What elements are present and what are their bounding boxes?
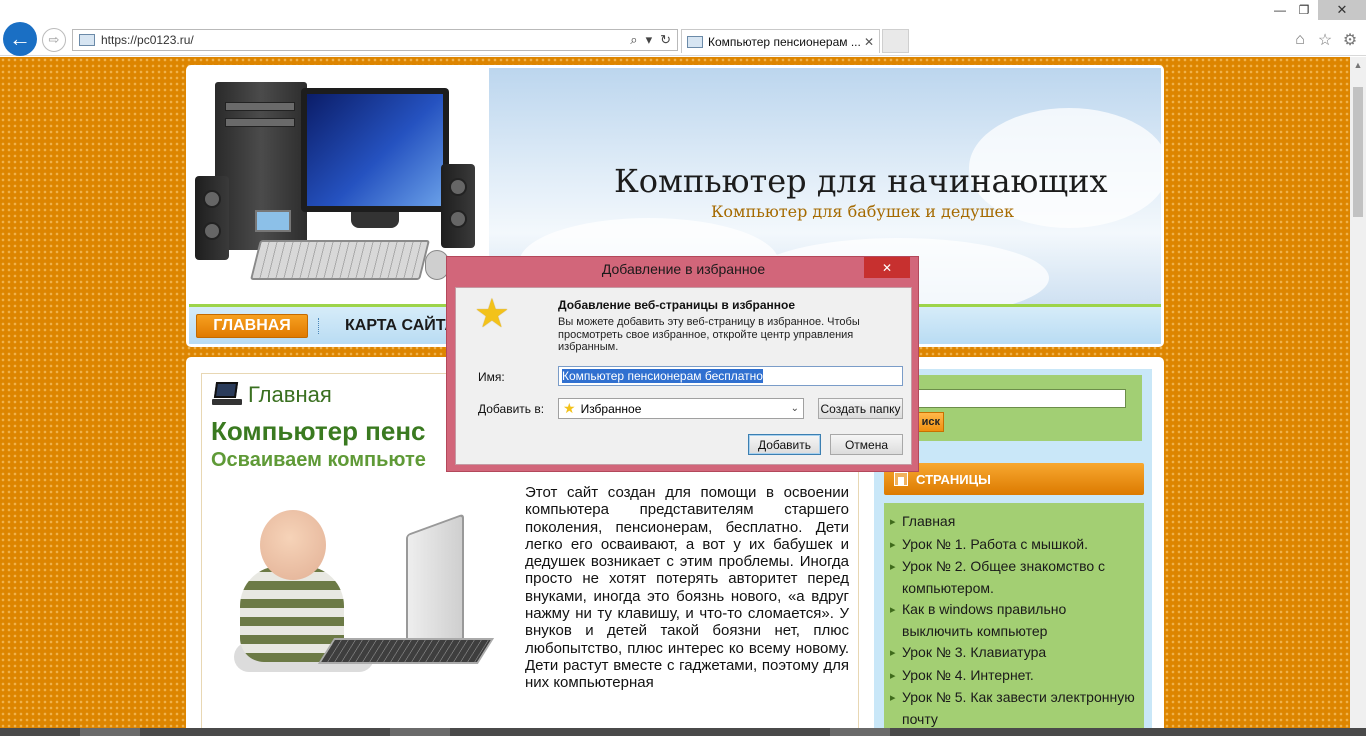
gear-icon[interactable]: ⚙ (1340, 30, 1360, 50)
home-icon (894, 472, 908, 486)
page-scrollbar[interactable]: ▲ (1350, 57, 1366, 728)
keyboard-image (250, 240, 430, 280)
scrollbar-thumb[interactable] (1353, 87, 1363, 217)
page-subtitle: Осваиваем компьюте (211, 449, 426, 471)
dialog-description: Вы можете добавить эту веб-страницу в из… (558, 316, 860, 353)
favorites-star-icon: ★ (474, 292, 510, 336)
window-close-button[interactable]: ✕ (1318, 0, 1366, 20)
tab-favicon-icon (687, 35, 703, 48)
name-label: Имя: (478, 370, 505, 384)
taskbar (0, 728, 1366, 736)
refresh-icon[interactable]: ↻ (660, 32, 671, 48)
page-link[interactable]: Урок № 4. Интернет. (902, 665, 1034, 688)
baby-with-laptop-image (230, 504, 500, 684)
page-link[interactable]: Главная (902, 511, 955, 534)
dialog-title: Добавление в избранное (601, 261, 766, 277)
arrow-icon: ▸ (890, 604, 896, 616)
breadcrumb-label: Главная (248, 382, 332, 407)
speaker-image (195, 176, 229, 260)
dropdown-icon[interactable]: ▾ (646, 32, 653, 48)
arrow-icon: ▸ (890, 538, 896, 551)
minimize-button[interactable]: — (1268, 0, 1292, 20)
list-item[interactable]: ▸ Урок № 2. Общее знакомство с компьютеро… (890, 556, 1138, 599)
add-favorite-dialog: Добавление в избранное ✕ ★ Добавление ве… (446, 256, 919, 472)
address-bar[interactable]: https://pc0123.ru/ ⌕ ▾ ↻ (72, 29, 678, 51)
folder-label: Добавить в: (478, 402, 545, 416)
laptop-icon (212, 382, 242, 408)
site-subtitle: Компьютер для бабушек и дедушек (711, 202, 1014, 221)
list-item[interactable]: ▸ Как в windows правильно выключить компь… (890, 599, 1138, 642)
list-item[interactable]: ▸ Урок № 4. Интернет. (890, 665, 1138, 688)
cancel-button[interactable]: Отмена (830, 434, 903, 455)
speaker-image (441, 164, 475, 248)
tab-title: Компьютер пенсионерам ... (708, 34, 860, 49)
arrow-icon: ▸ (890, 669, 896, 682)
nav-item-home[interactable]: ГЛАВНАЯ (196, 313, 308, 338)
back-arrow-icon: ← (9, 26, 31, 51)
pages-header: СТРАНИЦЫ (884, 463, 1144, 495)
star-icon[interactable]: ☆ (1315, 30, 1335, 50)
forward-button[interactable]: ⇨ (42, 28, 66, 52)
taskbar-item[interactable] (390, 728, 450, 736)
site-title: Компьютер для начинающих (614, 162, 1108, 200)
search-icon[interactable]: ⌕ (630, 32, 637, 48)
maximize-button[interactable]: ❐ (1292, 0, 1316, 20)
folder-select-value: Избранное (580, 401, 642, 416)
taskbar-item[interactable] (830, 728, 890, 736)
monitor-image (301, 88, 449, 212)
new-folder-button[interactable]: Создать папку (818, 398, 903, 419)
dialog-body: ★ Добавление веб-страницы в избранное Вы… (455, 287, 912, 465)
nav-separator (318, 317, 319, 334)
favorites-folder-icon: ★ (563, 400, 576, 416)
name-input[interactable]: Компьютер пенсионерам бесплатно (558, 366, 903, 386)
forward-arrow-icon: ⇨ (48, 32, 60, 47)
article-text: Этот сайт создан для помощи в освоении к… (525, 484, 849, 692)
computer-illustration (189, 68, 489, 304)
list-item[interactable]: ▸ Урок № 3. Клавиатура (890, 642, 1138, 665)
list-item[interactable]: ▸ Урок № 5. Как завести электронную почту (890, 687, 1138, 728)
home-icon[interactable]: ⌂ (1290, 30, 1310, 50)
pages-title: СТРАНИЦЫ (916, 471, 991, 487)
arrow-icon: ▸ (890, 561, 896, 573)
name-input-value: Компьютер пенсионерам бесплатно (562, 369, 763, 383)
search-widget: иск (884, 375, 1142, 441)
arrow-icon: ▸ (890, 692, 896, 704)
page-link[interactable]: Урок № 5. Как завести электронную почту (902, 687, 1138, 728)
dialog-heading: Добавление веб-страницы в избранное (558, 298, 796, 312)
arrow-icon: ▸ (890, 647, 896, 659)
new-tab-button[interactable] (882, 29, 909, 53)
page-link[interactable]: Урок № 2. Общее знакомство с компьютером… (902, 556, 1138, 599)
list-item[interactable]: ▸ Урок № 1. Работа с мышкой. (890, 534, 1138, 557)
chevron-down-icon: ⌄ (790, 403, 799, 414)
breadcrumb: Главная (212, 382, 332, 408)
page-link[interactable]: Урок № 1. Работа с мышкой. (902, 534, 1088, 557)
list-item[interactable]: ▸ Главная (890, 511, 1138, 534)
tab-close-icon[interactable]: ✕ (864, 35, 874, 49)
page-title: Компьютер пенс (211, 416, 426, 446)
browser-tab[interactable]: Компьютер пенсионерам ... ✕ (681, 29, 880, 53)
page-link[interactable]: Урок № 3. Клавиатура (902, 642, 1046, 665)
site-favicon-icon (79, 34, 95, 46)
page-link[interactable]: Как в windows правильно выключить компью… (902, 599, 1138, 642)
browser-toolbar: — ❐ ✕ ← ⇨ https://pc0123.ru/ ⌕ ▾ ↻ Компь… (0, 0, 1366, 56)
taskbar-item[interactable] (80, 728, 140, 736)
dialog-close-button[interactable]: ✕ (864, 257, 910, 278)
address-url[interactable]: https://pc0123.ru/ (101, 33, 622, 47)
search-input[interactable] (906, 389, 1126, 408)
back-button[interactable]: ← (3, 22, 37, 56)
scroll-up-icon[interactable]: ▲ (1350, 57, 1366, 73)
arrow-icon: ▸ (890, 516, 896, 528)
pages-list: ▸ Главная ▸ Урок № 1. Работа с мышкой. ▸ Ур… (884, 503, 1144, 728)
folder-select[interactable]: ★ Избранное ⌄ (558, 398, 804, 419)
add-button[interactable]: Добавить (748, 434, 821, 455)
